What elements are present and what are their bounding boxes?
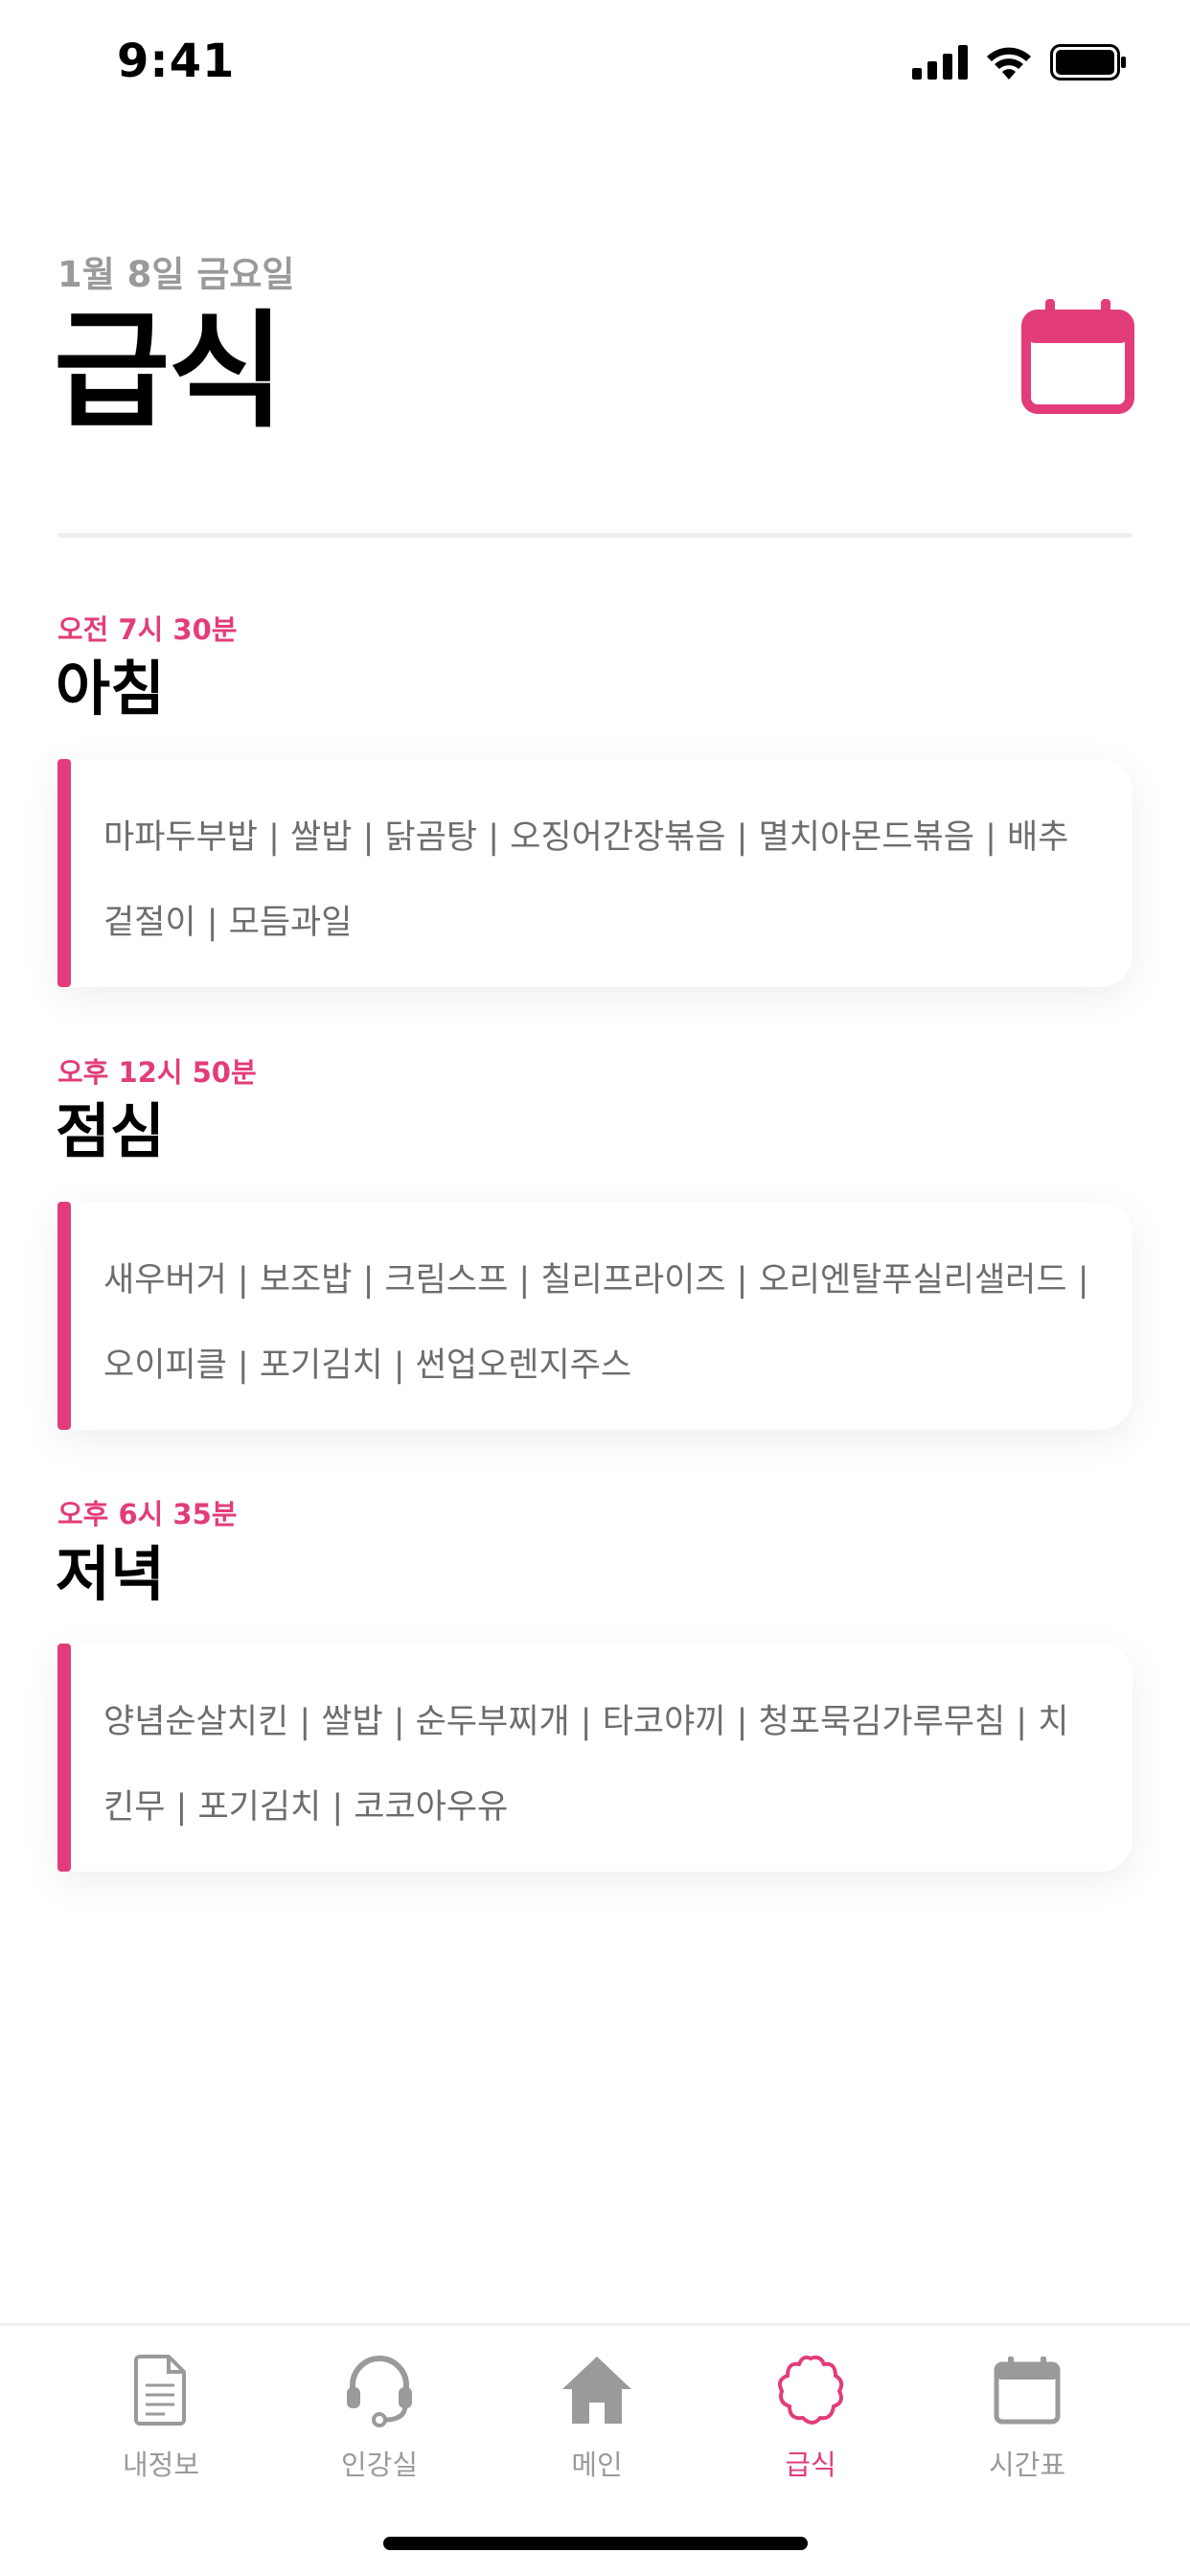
- date-label: 1월 8일 금요일: [57, 254, 295, 295]
- breakfast-title: 아침: [56, 654, 166, 724]
- status-bar: 9:41: [0, 0, 1190, 126]
- header-divider: [57, 533, 1133, 538]
- breakfast-menu: 마파두부밥 | 쌀밥 | 닭곰탕 | 오징어간장볶음 | 멸치아몬드볶음 | 배…: [103, 818, 1069, 942]
- document-icon: [134, 2355, 186, 2426]
- status-icons: [912, 44, 1127, 80]
- calendar-icon: [1021, 299, 1134, 414]
- home-indicator: [383, 2537, 808, 2550]
- tab-main[interactable]: 메인: [511, 2351, 683, 2495]
- tab-label: 내정보: [122, 2449, 200, 2481]
- tab-label: 메인: [571, 2449, 623, 2481]
- dinner-menu: 양념순살치킨 | 쌀밥 | 순두부찌개 | 타코야끼 | 청포묵김가루무침 | …: [103, 1703, 1069, 1827]
- home-icon: [562, 2357, 631, 2424]
- tab-lecture-room[interactable]: 인강실: [293, 2351, 466, 2495]
- breakfast-menu-card: 마파두부밥 | 쌀밥 | 닭곰탕 | 오징어간장볶음 | 멸치아몬드볶음 | 배…: [57, 759, 1133, 987]
- status-time: 9:41: [117, 34, 236, 88]
- lunch-title: 점심: [56, 1096, 166, 1166]
- tab-label: 시간표: [988, 2449, 1066, 2481]
- tab-my-info[interactable]: 내정보: [75, 2351, 247, 2495]
- lunch-menu: 새우버거 | 보조밥 | 크림스프 | 칠리프라이즈 | 오리엔탈푸실리샐러드 …: [103, 1261, 1089, 1385]
- breakfast-time: 오전 7시 30분: [57, 613, 238, 646]
- tab-meal[interactable]: 급식: [724, 2351, 897, 2495]
- tab-timetable[interactable]: 시간표: [941, 2351, 1113, 2495]
- tab-label: 급식: [785, 2449, 836, 2481]
- headset-icon: [347, 2356, 412, 2427]
- flower-icon: [778, 2355, 844, 2425]
- calendar-button[interactable]: [1021, 295, 1134, 414]
- card-accent-bar: [57, 1202, 71, 1430]
- dinner-title: 저녁: [56, 1539, 166, 1609]
- cellular-signal-icon: [912, 45, 968, 80]
- battery-icon: [1050, 44, 1126, 80]
- tab-label: 인강실: [340, 2449, 419, 2481]
- calendar-icon: [994, 2357, 1061, 2425]
- dinner-menu-card: 양념순살치킨 | 쌀밥 | 순두부찌개 | 타코야끼 | 청포묵김가루무침 | …: [57, 1644, 1133, 1872]
- card-accent-bar: [57, 759, 71, 987]
- page-title: 급식: [54, 298, 285, 446]
- card-accent-bar: [57, 1644, 71, 1872]
- lunch-time: 오후 12시 50분: [57, 1056, 257, 1089]
- lunch-menu-card: 새우버거 | 보조밥 | 크림스프 | 칠리프라이즈 | 오리엔탈푸실리샐러드 …: [57, 1202, 1133, 1430]
- dinner-time: 오후 6시 35분: [57, 1498, 238, 1530]
- wifi-icon: [987, 47, 1031, 80]
